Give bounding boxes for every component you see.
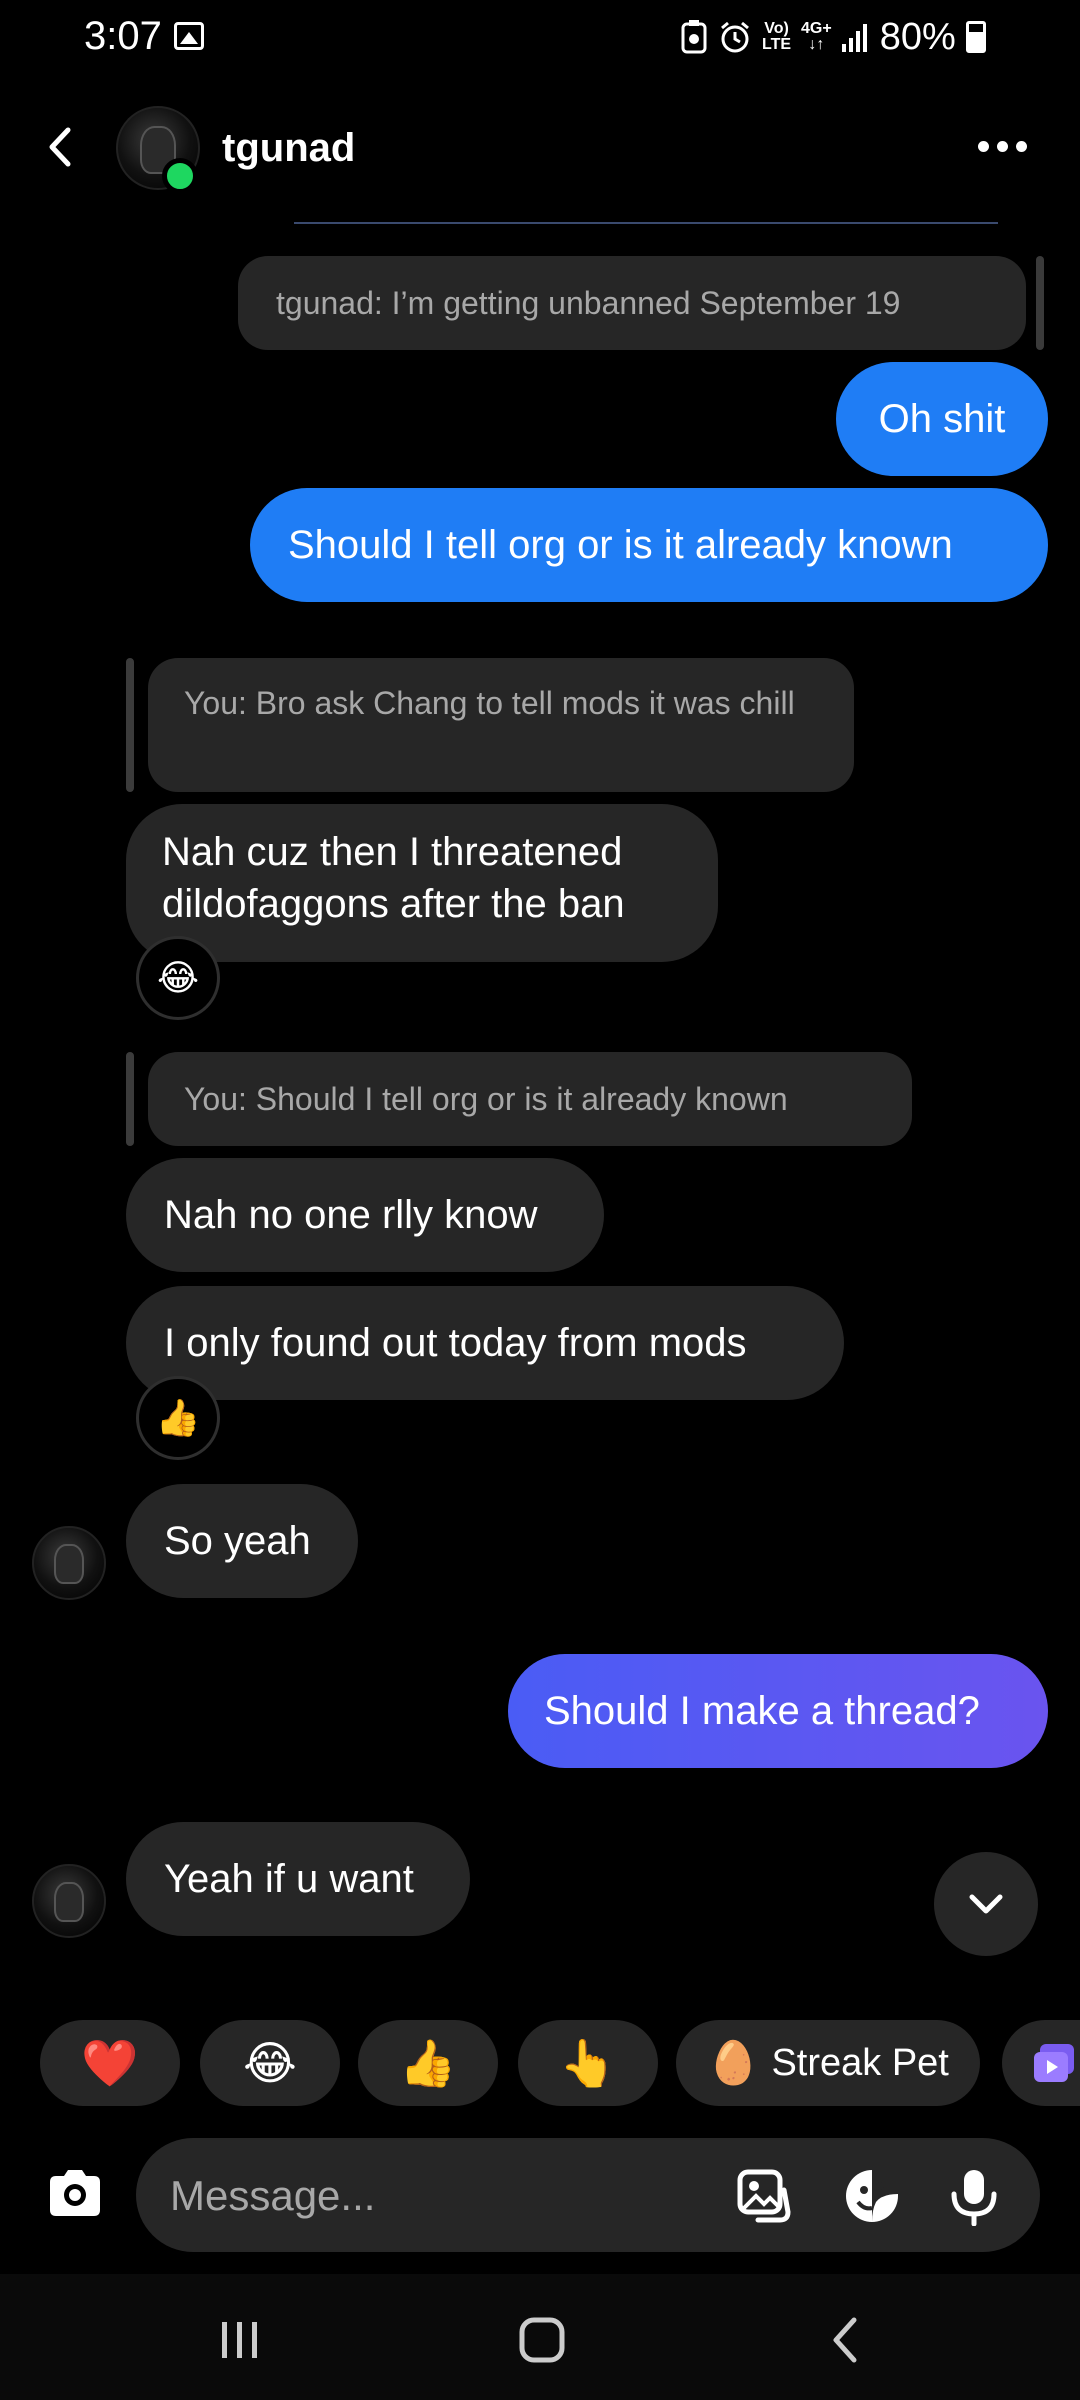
received-message[interactable]: Nah cuz then I threatened dildofaggons a… <box>126 804 718 962</box>
streak-pet-label: Streak Pet <box>771 2041 949 2084</box>
gallery-icon[interactable] <box>734 2166 794 2226</box>
reply-quote[interactable]: You: Should I tell org or is it already … <box>148 1052 912 1146</box>
contact-name[interactable]: tgunad <box>222 126 355 171</box>
battery-percent: 80% <box>879 15 956 58</box>
header-divider <box>294 222 998 224</box>
signal-icon <box>841 24 867 52</box>
online-status-dot <box>162 158 198 194</box>
chevron-down-icon <box>969 1894 1003 1914</box>
quoted-message[interactable]: tgunad: I’m getting unbanned September 1… <box>238 256 1026 350</box>
received-message[interactable]: Nah no one rlly know <box>126 1158 604 1272</box>
quick-reaction-thumbs-up[interactable]: 👍 <box>358 2020 498 2106</box>
recycle-icon <box>681 20 707 54</box>
quick-reactions-row: ❤️ 😂 👍 👆 🥚 Streak Pet <box>40 2020 1080 2106</box>
dot-icon <box>978 140 989 152</box>
message-input[interactable] <box>170 2168 670 2224</box>
sender-avatar[interactable] <box>32 1864 106 1938</box>
video-clip-icon <box>1034 2044 1074 2082</box>
volte-indicator: Vo) LTE <box>762 20 792 53</box>
status-bar: 3:07 Vo) LTE 4G+ ↓↑ 80% <box>0 0 1080 76</box>
gallery-notification-icon <box>174 22 204 50</box>
sent-message[interactable]: Oh shit <box>836 362 1048 476</box>
battery-icon <box>965 21 986 53</box>
scroll-to-bottom-button[interactable] <box>934 1852 1038 1956</box>
sticker-icon[interactable] <box>842 2166 902 2226</box>
egg-icon: 🥚 <box>707 2038 760 2086</box>
quick-reaction-laugh[interactable]: 😂 <box>200 2020 340 2106</box>
received-message[interactable]: Yeah if u want <box>126 1822 470 1936</box>
alarm-icon <box>721 21 749 53</box>
back-nav-icon[interactable] <box>816 2310 876 2370</box>
microphone-icon[interactable] <box>944 2166 1004 2226</box>
video-clips-button[interactable] <box>1002 2020 1080 2106</box>
quick-reaction-point-up[interactable]: 👆 <box>518 2020 658 2106</box>
reply-quote[interactable]: You: Bro ask Chang to tell mods it was c… <box>148 658 854 792</box>
more-options-button[interactable] <box>978 136 1038 156</box>
sent-message[interactable]: Should I make a thread? <box>508 1654 1048 1768</box>
heart-icon: ❤️ <box>81 2036 139 2089</box>
reply-indicator-bar <box>126 658 134 792</box>
reply-indicator-bar <box>126 1052 134 1146</box>
system-navigation-bar <box>0 2274 1080 2400</box>
sender-avatar[interactable] <box>32 1526 106 1600</box>
camera-icon[interactable] <box>40 2160 110 2230</box>
pointing-up-icon: 👆 <box>559 2036 617 2089</box>
scrollbar[interactable] <box>1036 256 1044 350</box>
received-message[interactable]: So yeah <box>126 1484 358 1598</box>
back-arrow-icon[interactable] <box>36 122 86 172</box>
message-composer <box>136 2138 1040 2252</box>
status-icons: Vo) LTE 4G+ ↓↑ 80% <box>680 16 986 58</box>
laughing-face-icon: 😂 <box>243 2037 297 2089</box>
dot-icon <box>1016 140 1027 152</box>
data-indicator: 4G+ ↓↑ <box>801 20 832 53</box>
status-time: 3:07 <box>84 14 162 58</box>
recent-apps-icon[interactable] <box>210 2310 270 2370</box>
dot-icon <box>997 140 1008 152</box>
chat-header: tgunad <box>0 86 1080 216</box>
reaction-laughing-icon[interactable]: 😂 <box>136 936 220 1020</box>
streak-pet-button[interactable]: 🥚 Streak Pet <box>676 2020 980 2106</box>
home-icon[interactable] <box>512 2310 572 2370</box>
received-message[interactable]: I only found out today from mods <box>126 1286 844 1400</box>
reaction-thumbs-up-icon[interactable]: 👍 <box>136 1376 220 1460</box>
thumbs-up-icon: 👍 <box>399 2036 457 2089</box>
sent-message[interactable]: Should I tell org or is it already known <box>250 488 1048 602</box>
quick-reaction-heart[interactable]: ❤️ <box>40 2020 180 2106</box>
